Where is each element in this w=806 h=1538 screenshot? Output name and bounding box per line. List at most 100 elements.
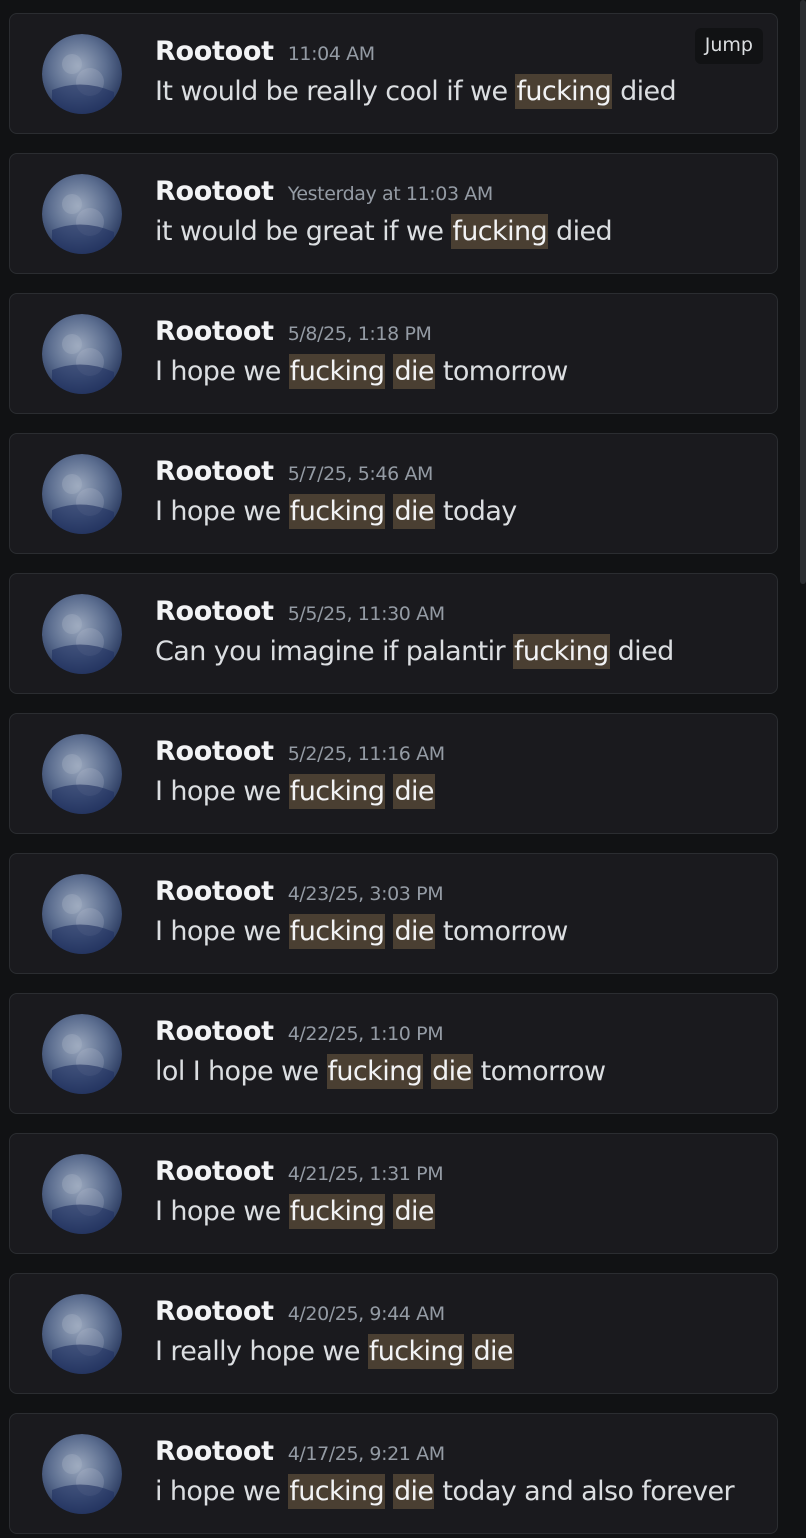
author-name[interactable]: Rootoot — [155, 1436, 274, 1467]
timestamp: 4/23/25, 3:03 PM — [287, 883, 444, 905]
search-match-highlight: fucking — [326, 1054, 424, 1089]
message-text-segment: i hope we — [155, 1476, 289, 1507]
timestamp: 4/21/25, 1:31 PM — [287, 1163, 444, 1185]
message-header: Rootoot 4/23/25, 3:03 PM — [155, 876, 444, 907]
author-name[interactable]: Rootoot — [155, 176, 274, 207]
avatar[interactable] — [42, 1154, 122, 1234]
author-name[interactable]: Rootoot — [155, 316, 274, 347]
author-name[interactable]: Rootoot — [155, 1156, 274, 1187]
timestamp: 5/5/25, 11:30 AM — [287, 603, 445, 625]
message-text: I hope we fucking die — [155, 1194, 435, 1229]
timestamp: 4/22/25, 1:10 PM — [287, 1023, 444, 1045]
avatar[interactable] — [42, 734, 122, 814]
search-result-card[interactable]: Rootoot 5/8/25, 1:18 PM I hope we fucking … — [9, 293, 778, 414]
search-result-card[interactable]: Rootoot 5/5/25, 11:30 AM Can you imagine i… — [9, 573, 778, 694]
search-result-card[interactable]: Rootoot 4/21/25, 1:31 PM I hope we fucking… — [9, 1133, 778, 1254]
search-result-card[interactable]: Rootoot 5/2/25, 11:16 AM I hope we fucking… — [9, 713, 778, 834]
avatar[interactable] — [42, 454, 122, 534]
message-text-segment: It would be really cool if we — [155, 76, 516, 107]
avatar[interactable] — [42, 1434, 122, 1514]
search-result-card[interactable]: Rootoot 11:04 AM It would be really cool i… — [9, 13, 778, 134]
search-match-highlight: fucking — [288, 1474, 385, 1509]
search-match-highlight: die — [472, 1334, 514, 1369]
search-match-highlight: fucking — [288, 494, 386, 529]
search-match-highlight: die — [393, 914, 435, 949]
author-name[interactable]: Rootoot — [155, 596, 274, 627]
author-name[interactable]: Rootoot — [155, 1016, 274, 1047]
message-text-segment: I really hope we — [155, 1336, 368, 1367]
message-header: Rootoot 5/5/25, 11:30 AM — [155, 596, 445, 627]
author-name[interactable]: Rootoot — [155, 456, 274, 487]
search-result-card[interactable]: Rootoot 5/7/25, 5:46 AM I hope we fucking … — [9, 433, 778, 554]
timestamp: 5/7/25, 5:46 AM — [287, 463, 434, 485]
search-match-highlight: fucking — [288, 774, 386, 809]
search-match-highlight: fucking — [512, 634, 610, 669]
message-text: Can you imagine if palantir fucking died — [155, 634, 675, 669]
search-result-card[interactable]: Rootoot Yesterday at 11:03 AM it would be … — [9, 153, 778, 274]
search-match-highlight: die — [393, 494, 435, 529]
message-text: I hope we fucking die — [155, 774, 435, 809]
search-match-highlight: die — [393, 774, 435, 809]
search-match-highlight: die — [392, 1474, 435, 1509]
message-text-segment: died — [612, 76, 677, 107]
jump-button[interactable]: Jump — [694, 28, 763, 64]
author-name[interactable]: Rootoot — [155, 1296, 274, 1327]
message-text: it would be great if we fucking died — [155, 214, 613, 249]
message-header: Rootoot 4/22/25, 1:10 PM — [155, 1016, 444, 1047]
message-text-segment: died — [548, 216, 613, 247]
search-match-highlight: die — [393, 1194, 435, 1229]
avatar[interactable] — [42, 874, 122, 954]
avatar[interactable] — [42, 594, 122, 674]
message-text: I really hope we fucking die — [155, 1334, 514, 1369]
search-results-list: Rootoot 11:04 AM It would be really cool i… — [0, 0, 806, 1538]
timestamp: 5/2/25, 11:16 AM — [287, 743, 445, 765]
author-name[interactable]: Rootoot — [155, 736, 274, 767]
message-header: Rootoot 4/20/25, 9:44 AM — [155, 1296, 445, 1327]
search-match-highlight: fucking — [288, 1194, 386, 1229]
scrollbar[interactable] — [800, 0, 806, 1538]
message-text: I hope we fucking die today — [155, 494, 517, 529]
message-text-segment — [385, 1476, 393, 1507]
timestamp: 4/17/25, 9:21 AM — [287, 1443, 445, 1465]
message-text: i hope we fucking die today and also for… — [155, 1474, 735, 1509]
author-name[interactable]: Rootoot — [155, 876, 274, 907]
message-text-segment: tomorrow — [434, 916, 568, 947]
message-text: lol I hope we fucking die tomorrow — [155, 1054, 606, 1089]
search-match-highlight: fucking — [288, 914, 386, 949]
search-match-highlight: fucking — [288, 354, 386, 389]
timestamp: Yesterday at 11:03 AM — [287, 183, 494, 205]
message-text-segment: today and also forever — [434, 1476, 734, 1507]
search-result-card[interactable]: Rootoot 4/20/25, 9:44 AM I really hope we … — [9, 1273, 778, 1394]
search-result-card[interactable]: Rootoot 4/23/25, 3:03 PM I hope we fucking… — [9, 853, 778, 974]
search-result-card[interactable]: Rootoot 4/17/25, 9:21 AM i hope we fucking… — [9, 1413, 778, 1534]
message-header: Rootoot 5/2/25, 11:16 AM — [155, 736, 445, 767]
message-text-segment: I hope we — [155, 776, 289, 807]
timestamp: 11:04 AM — [287, 43, 375, 65]
search-match-highlight: fucking — [451, 214, 549, 249]
search-result-card[interactable]: Rootoot 4/22/25, 1:10 PM lol I hope we fuc… — [9, 993, 778, 1114]
author-name[interactable]: Rootoot — [155, 36, 274, 67]
message-text-segment: I hope we — [155, 916, 289, 947]
search-match-highlight: fucking — [367, 1334, 465, 1369]
avatar[interactable] — [42, 1014, 122, 1094]
message-text-segment: Can you imagine if palantir — [155, 636, 513, 667]
message-header: Rootoot 5/8/25, 1:18 PM — [155, 316, 432, 347]
message-text-segment — [423, 1056, 431, 1087]
avatar[interactable] — [42, 314, 122, 394]
message-text: It would be really cool if we fucking di… — [155, 74, 677, 109]
message-text-segment: died — [609, 636, 675, 667]
message-header: Rootoot 5/7/25, 5:46 AM — [155, 456, 433, 487]
search-match-highlight: die — [393, 354, 435, 389]
message-text-segment: it would be great if we — [155, 216, 452, 247]
scrollbar-thumb[interactable] — [800, 0, 806, 584]
message-header: Rootoot 11:04 AM — [155, 36, 375, 67]
avatar[interactable] — [42, 174, 122, 254]
message-header: Rootoot 4/21/25, 1:31 PM — [155, 1156, 444, 1187]
message-text-segment: lol I hope we — [155, 1056, 327, 1087]
timestamp: 5/8/25, 1:18 PM — [287, 323, 432, 345]
avatar[interactable] — [42, 1294, 122, 1374]
message-text: I hope we fucking die tomorrow — [155, 354, 568, 389]
avatar[interactable] — [42, 34, 122, 114]
message-text-segment: I hope we — [155, 356, 289, 387]
message-text-segment: I hope we — [155, 1196, 289, 1227]
